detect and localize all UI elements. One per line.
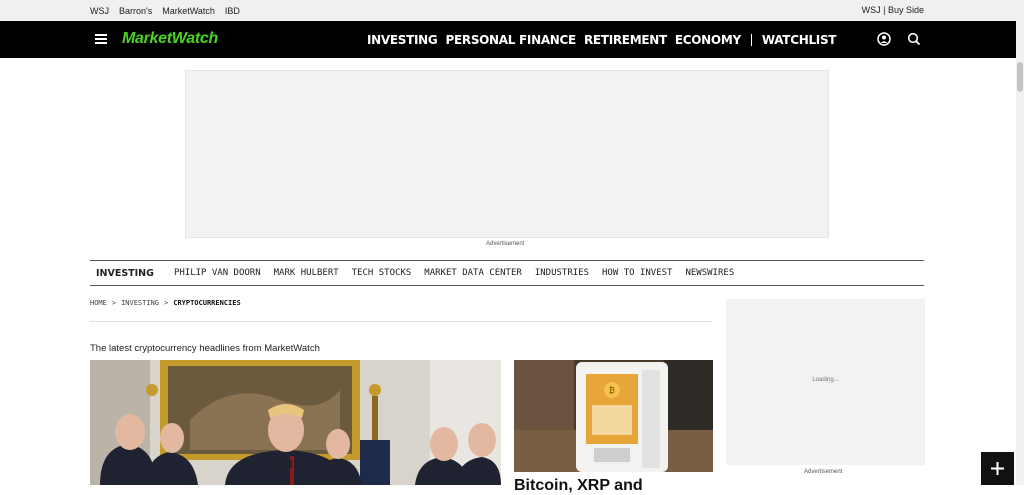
plus-icon (991, 462, 1004, 475)
ad-loading-text: Loading... (812, 377, 839, 383)
nav-economy[interactable]: ECONOMY (675, 33, 741, 47)
subnav-philip-van-doorn[interactable]: PHILIP VAN DOORN (174, 268, 261, 278)
section-divider (90, 321, 712, 322)
subnav-investing[interactable]: INVESTING (96, 268, 154, 279)
breadcrumb-separator: > (164, 299, 169, 307)
breadcrumb-current: CRYPTOCURRENCIES (173, 299, 241, 307)
second-story-image[interactable]: ₿ (514, 360, 713, 472)
page-scrollbar[interactable] (1016, 0, 1024, 485)
menu-icon[interactable] (95, 34, 107, 44)
link-marketwatch[interactable]: MarketWatch (162, 6, 215, 16)
section-subnav: INVESTING PHILIP VAN DOORN MARK HULBERT … (90, 260, 924, 286)
link-barrons[interactable]: Barron's (119, 6, 152, 16)
svg-text:₿: ₿ (609, 386, 615, 395)
main-navbar: MarketWatch INVESTING PERSONAL FINANCE R… (0, 21, 1016, 58)
top-advertisement[interactable] (185, 70, 829, 238)
expand-plus-button[interactable] (981, 452, 1014, 485)
link-wsj[interactable]: WSJ (90, 6, 109, 16)
subnav-tech-stocks[interactable]: TECH STOCKS (352, 268, 412, 278)
breadcrumb-home[interactable]: HOME (90, 299, 107, 307)
link-wsj-buy-side[interactable]: WSJ | Buy Side (862, 5, 924, 15)
nav-personal-finance[interactable]: PERSONAL FINANCE (445, 33, 576, 47)
lead-story-image[interactable] (90, 360, 501, 485)
top-utility-bar: WSJ Barron's MarketWatch IBD WSJ | Buy S… (0, 0, 1016, 21)
network-links: WSJ Barron's MarketWatch IBD (90, 6, 240, 16)
search-icon[interactable] (907, 32, 921, 46)
sidebar-advertisement-label: Advertisement (804, 469, 843, 475)
sidebar-advertisement[interactable]: Loading... (726, 299, 925, 465)
nav-investing[interactable]: INVESTING (367, 33, 438, 47)
subnav-industries[interactable]: INDUSTRIES (535, 268, 589, 278)
breadcrumb-separator: > (111, 299, 117, 307)
user-account-icon[interactable] (877, 32, 891, 46)
nav-watchlist[interactable]: WATCHLIST (762, 33, 837, 47)
marketwatch-logo[interactable]: MarketWatch (122, 30, 218, 48)
subnav-mark-hulbert[interactable]: MARK HULBERT (274, 268, 339, 278)
second-story-headline[interactable]: Bitcoin, XRP and (514, 477, 643, 495)
nav-retirement[interactable]: RETIREMENT (584, 33, 667, 47)
subnav-how-to-invest[interactable]: HOW TO INVEST (602, 268, 672, 278)
breadcrumb-investing[interactable]: INVESTING (121, 299, 159, 307)
link-ibd[interactable]: IBD (225, 6, 240, 16)
advertisement-label: Advertisement (486, 241, 525, 247)
subnav-market-data-center[interactable]: MARKET DATA CENTER (424, 268, 522, 278)
breadcrumb: HOME > INVESTING > CRYPTOCURRENCIES (90, 299, 241, 307)
primary-nav: INVESTING PERSONAL FINANCE RETIREMENT EC… (367, 33, 844, 47)
nav-divider (750, 34, 752, 46)
subnav-newswires[interactable]: NEWSWIRES (685, 268, 734, 278)
scrollbar-thumb[interactable] (1017, 62, 1023, 92)
section-intro: The latest cryptocurrency headlines from… (90, 343, 320, 354)
